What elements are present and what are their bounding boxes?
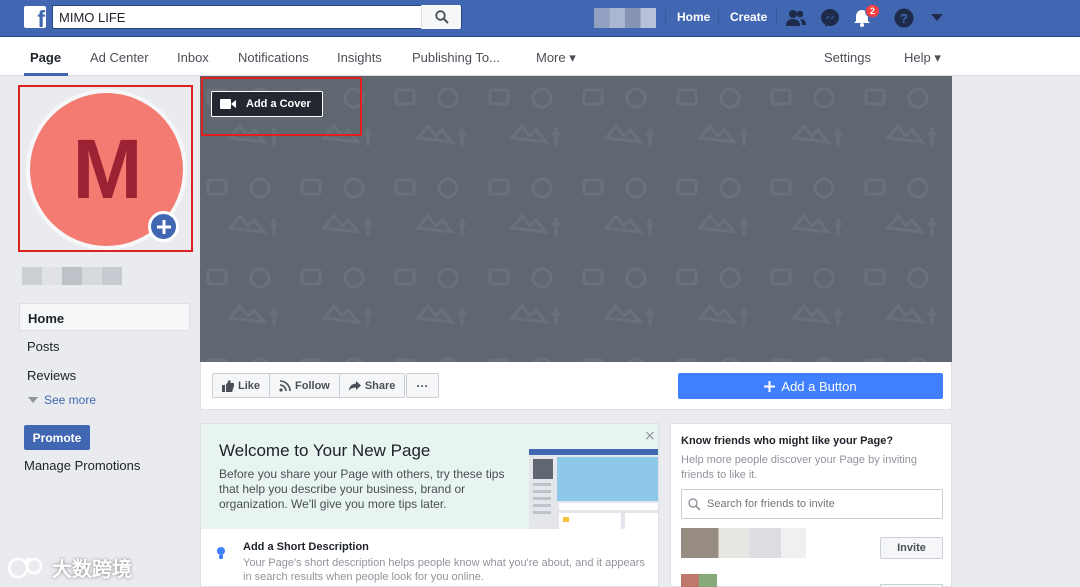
rss-icon — [279, 379, 291, 392]
search-icon — [434, 10, 449, 24]
caret-down-icon[interactable] — [925, 6, 949, 30]
sidebar-item-posts[interactable]: Posts — [19, 332, 190, 360]
welcome-title: Welcome to Your New Page — [219, 441, 431, 460]
search-button[interactable] — [421, 5, 461, 29]
add-a-button-label: Add a Button — [781, 378, 857, 394]
tab-ad-center[interactable]: Ad Center — [90, 50, 149, 65]
follow-label: Follow — [295, 379, 330, 392]
tip-title[interactable]: Add a Short Description — [243, 541, 369, 553]
promote-button[interactable]: Promote — [24, 425, 90, 450]
friends-icon[interactable] — [784, 6, 808, 30]
lightbulb-icon — [217, 547, 225, 559]
plus-icon — [764, 380, 776, 392]
tab-more[interactable]: More ▾ — [536, 50, 576, 66]
add-cover-label: Add a Cover — [246, 98, 311, 110]
messenger-icon[interactable] — [818, 6, 842, 30]
close-icon[interactable]: × — [644, 428, 656, 444]
search-box — [52, 5, 462, 29]
add-cover-button[interactable]: Add a Cover — [211, 91, 323, 117]
watermark-text: 大数跨境 — [52, 557, 132, 581]
divider — [718, 9, 719, 25]
share-label: Share — [364, 379, 396, 392]
thumbs-up-icon — [222, 379, 234, 392]
profile-highlight-box — [18, 85, 193, 252]
page-tab-bar: Page Ad Center Inbox Notifications Insig… — [0, 37, 1080, 76]
page-preview-illustration — [529, 449, 658, 529]
follow-button[interactable]: Follow — [270, 374, 340, 397]
invite-button[interactable]: Invite — [880, 537, 943, 559]
add-a-button[interactable]: Add a Button — [678, 373, 943, 399]
divider — [776, 9, 777, 25]
sidebar-item-home[interactable]: Home — [19, 303, 190, 331]
facebook-logo-icon[interactable]: f — [24, 6, 46, 28]
watermark-logo-icon — [8, 557, 43, 578]
triangle-down-icon — [28, 397, 38, 403]
see-more-link[interactable]: See more — [28, 393, 96, 407]
welcome-text: Before you share your Page with others, … — [219, 467, 505, 511]
share-arrow-icon — [348, 380, 361, 391]
help-icon[interactable]: ? — [892, 6, 916, 30]
tab-page[interactable]: Page — [30, 50, 61, 65]
svg-text:?: ? — [900, 11, 908, 26]
invite-search-box — [681, 489, 943, 519]
invite-friends-card: Know friends who might like your Page? H… — [670, 423, 952, 587]
tab-settings[interactable]: Settings — [824, 50, 871, 65]
tip-description: Your Page's short description helps peop… — [243, 557, 645, 583]
manage-promotions-link[interactable]: Manage Promotions — [24, 458, 140, 473]
user-profile-link[interactable] — [594, 8, 656, 28]
friend-suggestion-blurred — [681, 528, 806, 558]
invite-description: Help more people discover your Page by i… — [681, 454, 918, 481]
friend-suggestion-blurred — [681, 574, 717, 587]
divider — [665, 9, 666, 25]
tab-insights[interactable]: Insights — [337, 50, 382, 65]
active-tab-indicator — [24, 73, 68, 76]
home-link[interactable]: Home — [677, 10, 710, 24]
page-name-blurred — [22, 267, 122, 285]
invite-search-input[interactable] — [707, 498, 927, 510]
video-camera-icon — [220, 99, 236, 109]
search-input[interactable] — [53, 6, 423, 28]
more-actions-button[interactable]: ··· — [406, 373, 439, 398]
see-more-label: See more — [44, 393, 97, 407]
top-navigation-bar: f Home Create 2 ? — [0, 0, 1080, 37]
sidebar-item-reviews[interactable]: Reviews — [19, 361, 190, 389]
like-label: Like — [238, 379, 261, 392]
tab-help[interactable]: Help ▾ — [904, 50, 941, 66]
page-actions-group: Like Follow Share — [212, 373, 406, 398]
tab-publishing-tools[interactable]: Publishing To... — [412, 50, 500, 65]
create-link[interactable]: Create — [730, 10, 767, 24]
search-icon — [688, 497, 701, 511]
notification-count-badge: 2 — [865, 4, 881, 18]
share-button[interactable]: Share — [340, 374, 405, 397]
watermark: 大数跨境 — [8, 553, 132, 582]
invite-title: Know friends who might like your Page? — [681, 435, 894, 447]
tab-notifications[interactable]: Notifications — [238, 50, 309, 65]
page-action-bar: Like Follow Share ··· Add a Button — [200, 362, 952, 410]
tab-inbox[interactable]: Inbox — [177, 50, 209, 65]
like-button[interactable]: Like — [213, 374, 271, 397]
